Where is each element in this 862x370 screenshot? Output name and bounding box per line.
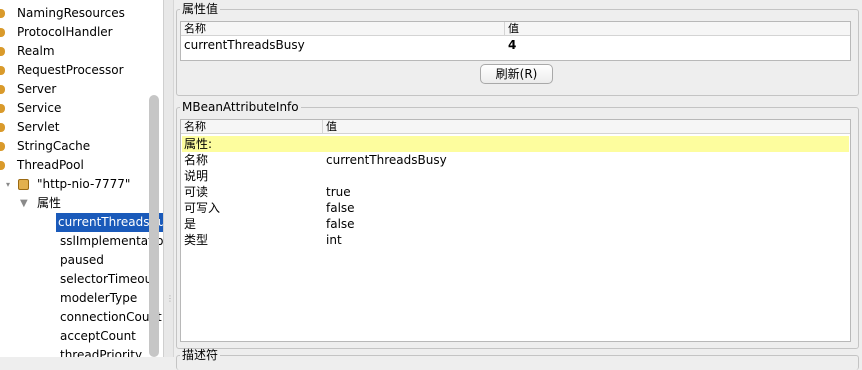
tree-attr-connectioncount[interactable]: connectionCount xyxy=(0,308,162,327)
tree-item-label: sslImplementationName xyxy=(60,234,163,248)
folder-icon xyxy=(0,85,5,94)
folder-icon xyxy=(0,104,5,113)
tree-item-label: ProtocolHandler xyxy=(17,25,113,39)
tree-item-label: 属性 xyxy=(37,196,62,210)
tree-attr-acceptcount[interactable]: acceptCount xyxy=(0,327,160,346)
tree-attr-modelertype[interactable]: modelerType xyxy=(0,289,160,308)
info-name-cell[interactable]: 类型 xyxy=(181,232,208,248)
info-name-cell[interactable]: 可写入 xyxy=(181,200,220,216)
mbean-tree[interactable]: NamingResources ProtocolHandler Realm Re… xyxy=(0,0,163,357)
column-header-value[interactable]: 值 xyxy=(323,120,850,134)
attribute-value-cell[interactable]: 4 xyxy=(505,37,516,53)
tree-item-label: Realm xyxy=(17,44,55,58)
mbean-attribute-info-table[interactable]: 名称 值 属性: 名称 currentThreadsBusy 说明 可读 tru… xyxy=(180,119,851,342)
tree-item-label: NamingResources xyxy=(17,6,125,20)
info-name-cell[interactable]: 名称 xyxy=(181,152,208,168)
tree-item-label: Servlet xyxy=(17,120,60,134)
info-name-cell[interactable]: 说明 xyxy=(181,168,208,184)
tree-item-attributes[interactable]: ▼ 属性 xyxy=(0,194,160,213)
tree-item-label: RequestProcessor xyxy=(17,63,124,77)
info-name-cell[interactable]: 可读 xyxy=(181,184,208,200)
expand-arrow-icon[interactable]: ▾ xyxy=(6,175,10,194)
tree-item-label: connectionCount xyxy=(60,310,162,324)
info-value-cell[interactable]: int xyxy=(323,232,342,248)
attribute-value-table[interactable]: 名称 值 currentThreadsBusy 4 xyxy=(180,21,851,61)
tree-item-label: paused xyxy=(60,253,104,267)
tree-item-label: currentThreadsBusy xyxy=(56,213,163,232)
info-name-cell[interactable]: 是 xyxy=(181,216,196,232)
attribute-value-legend: 属性值 xyxy=(182,2,219,16)
tree-attr-paused[interactable]: paused xyxy=(0,251,160,270)
tree-item-label: Server xyxy=(17,82,57,96)
folder-icon xyxy=(0,142,5,151)
column-header-name[interactable]: 名称 xyxy=(181,120,323,134)
tree-attr-sslimplementationname[interactable]: sslImplementationName xyxy=(0,232,163,251)
tree-attr-threadpriority[interactable]: threadPriority xyxy=(0,346,160,357)
tree-item-label: "http-nio-7777" xyxy=(37,177,131,191)
section-header-cell: 属性: xyxy=(184,137,213,151)
attribute-name-cell[interactable]: currentThreadsBusy xyxy=(181,37,305,53)
info-value-cell[interactable]: false xyxy=(323,216,355,232)
tree-attr-currentthreadsbusy[interactable]: currentThreadsBusy xyxy=(0,213,163,232)
info-value-cell[interactable]: currentThreadsBusy xyxy=(323,152,447,168)
info-value-cell[interactable]: true xyxy=(323,184,351,200)
split-pane-divider[interactable] xyxy=(163,0,174,357)
folder-icon xyxy=(0,123,5,132)
bean-icon xyxy=(18,179,29,190)
tree-item-label: modelerType xyxy=(60,291,138,305)
folder-icon xyxy=(0,28,5,37)
folder-icon xyxy=(0,66,5,75)
column-header-name[interactable]: 名称 xyxy=(181,22,505,36)
info-value-cell[interactable]: false xyxy=(323,200,355,216)
descriptor-legend: 描述符 xyxy=(182,348,219,362)
column-header-value[interactable]: 值 xyxy=(505,22,850,36)
tree-item-label: ThreadPool xyxy=(17,158,84,172)
tree-item-label: Service xyxy=(17,101,62,115)
tree-item-label: acceptCount xyxy=(60,329,136,343)
tree-item-http-nio[interactable]: ▾ "http-nio-7777" xyxy=(0,175,160,194)
tree-item-label: StringCache xyxy=(17,139,91,153)
descriptor-panel: 描述符 xyxy=(176,349,859,370)
folder-icon xyxy=(0,9,5,18)
tree-attr-selectortimeout[interactable]: selectorTimeout xyxy=(0,270,160,289)
tree-item-label: selectorTimeout xyxy=(60,272,157,286)
folder-icon xyxy=(0,161,5,170)
table-row-highlight[interactable] xyxy=(182,136,849,152)
mbean-attribute-info-legend: MBeanAttributeInfo xyxy=(182,100,299,114)
folder-icon xyxy=(0,47,5,56)
refresh-button[interactable]: 刷新(R) xyxy=(480,64,553,84)
info-value-cell[interactable] xyxy=(323,168,326,184)
tree-item-label: threadPriority xyxy=(60,348,143,357)
divider-grip-icon[interactable]: ⋮ xyxy=(166,295,174,303)
expand-arrow-icon[interactable]: ▼ xyxy=(20,194,28,213)
tree-scrollbar[interactable] xyxy=(149,95,159,357)
